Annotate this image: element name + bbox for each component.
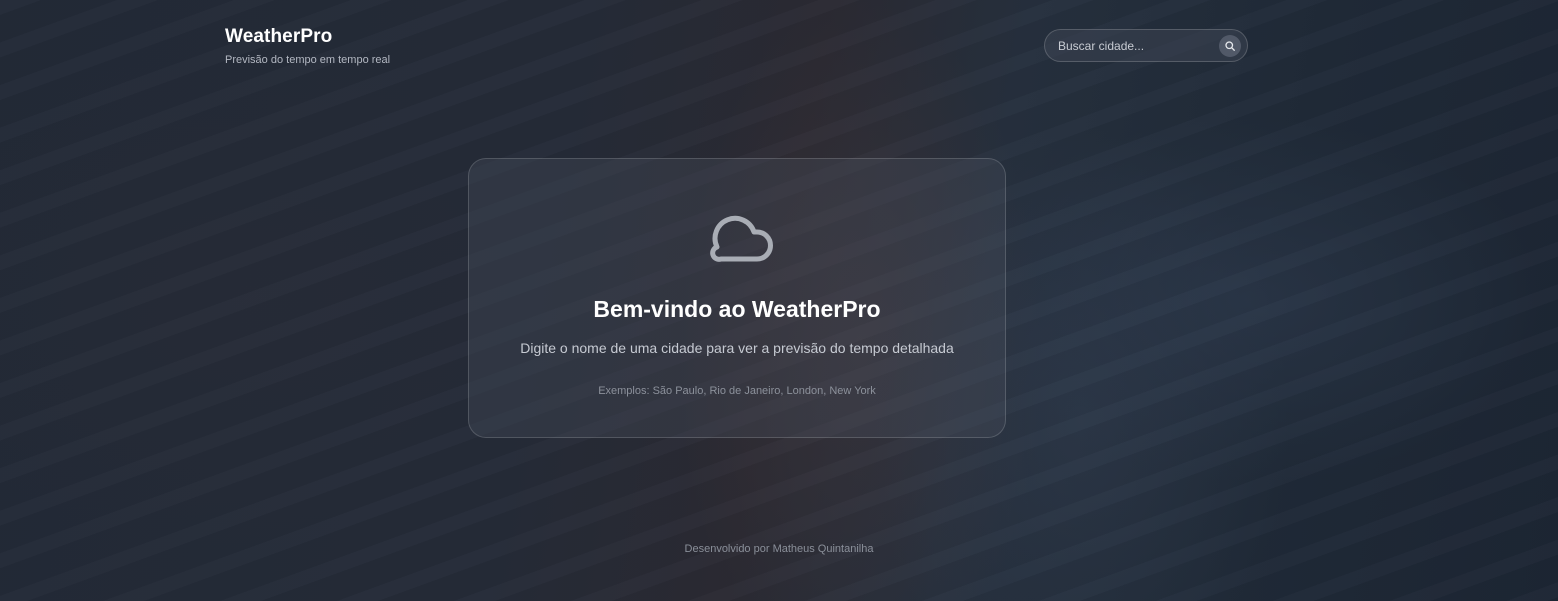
search-button[interactable] bbox=[1219, 34, 1241, 57]
app-title: WeatherPro bbox=[225, 26, 333, 47]
search-icon bbox=[1225, 40, 1235, 51]
search-bar bbox=[1044, 29, 1248, 62]
app-header: WeatherPro Previsão do tempo em tempo re… bbox=[225, 26, 390, 66]
welcome-examples: Exemplos: São Paulo, Rio de Janeiro, Lon… bbox=[598, 385, 876, 397]
footer-credit: Desenvolvido por Matheus Quintanilha bbox=[684, 543, 874, 555]
cloud-icon bbox=[710, 215, 773, 262]
welcome-card: Bem-vindo ao WeatherPro Digite o nome de… bbox=[468, 158, 1006, 438]
search-input[interactable] bbox=[1045, 37, 1219, 54]
app-subtitle: Previsão do tempo em tempo real bbox=[225, 54, 391, 66]
welcome-title: Bem-vindo ao WeatherPro bbox=[593, 296, 881, 322]
welcome-description: Digite o nome de uma cidade para ver a p… bbox=[520, 340, 954, 356]
